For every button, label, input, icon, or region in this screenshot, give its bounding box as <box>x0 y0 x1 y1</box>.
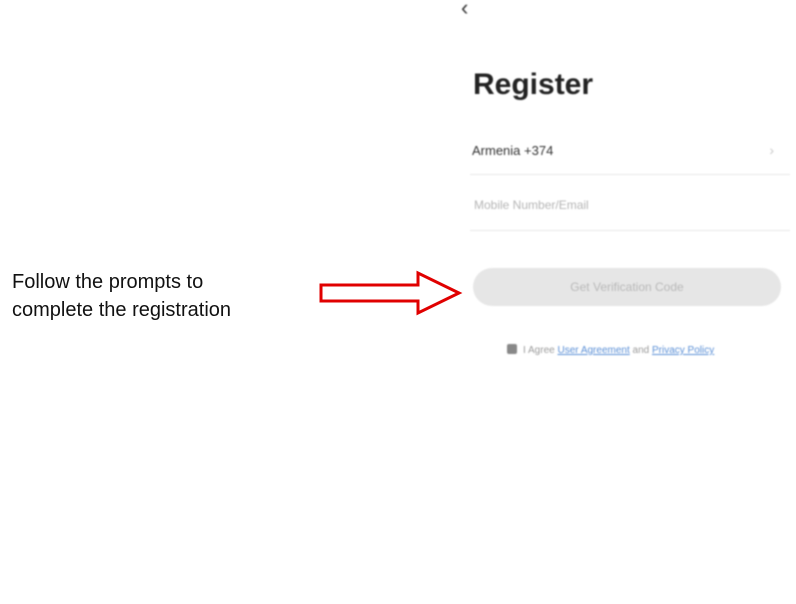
country-code-label: Armenia +374 <box>472 143 554 158</box>
mobile-email-input[interactable] <box>470 190 778 220</box>
agree-prefix: I Agree <box>523 345 555 356</box>
chevron-right-icon: › <box>769 142 774 158</box>
user-agreement-link[interactable]: User Agreement <box>557 345 629 356</box>
arrow-shape <box>319 270 463 316</box>
page-title: Register <box>473 68 594 101</box>
contact-field-row <box>470 184 790 231</box>
agreement-row: I Agree User Agreement and Privacy Polic… <box>507 344 714 356</box>
get-verification-code-button[interactable]: Get Verification Code <box>473 268 781 306</box>
instruction-caption: Follow the prompts to complete the regis… <box>12 268 312 324</box>
instruction-line-1: Follow the prompts to <box>12 271 204 293</box>
back-chevron-icon[interactable]: ‹ <box>461 0 477 19</box>
agreement-and: and <box>632 345 650 356</box>
right-arrow-icon <box>319 270 463 316</box>
agree-checkbox[interactable] <box>507 344 517 354</box>
privacy-policy-link[interactable]: Privacy Policy <box>652 345 714 356</box>
country-selector[interactable]: Armenia +374 › <box>470 130 790 175</box>
register-screen: ‹ Register Armenia +374 › Get Verificati… <box>455 0 796 604</box>
instruction-line-2: complete the registration <box>12 299 232 321</box>
